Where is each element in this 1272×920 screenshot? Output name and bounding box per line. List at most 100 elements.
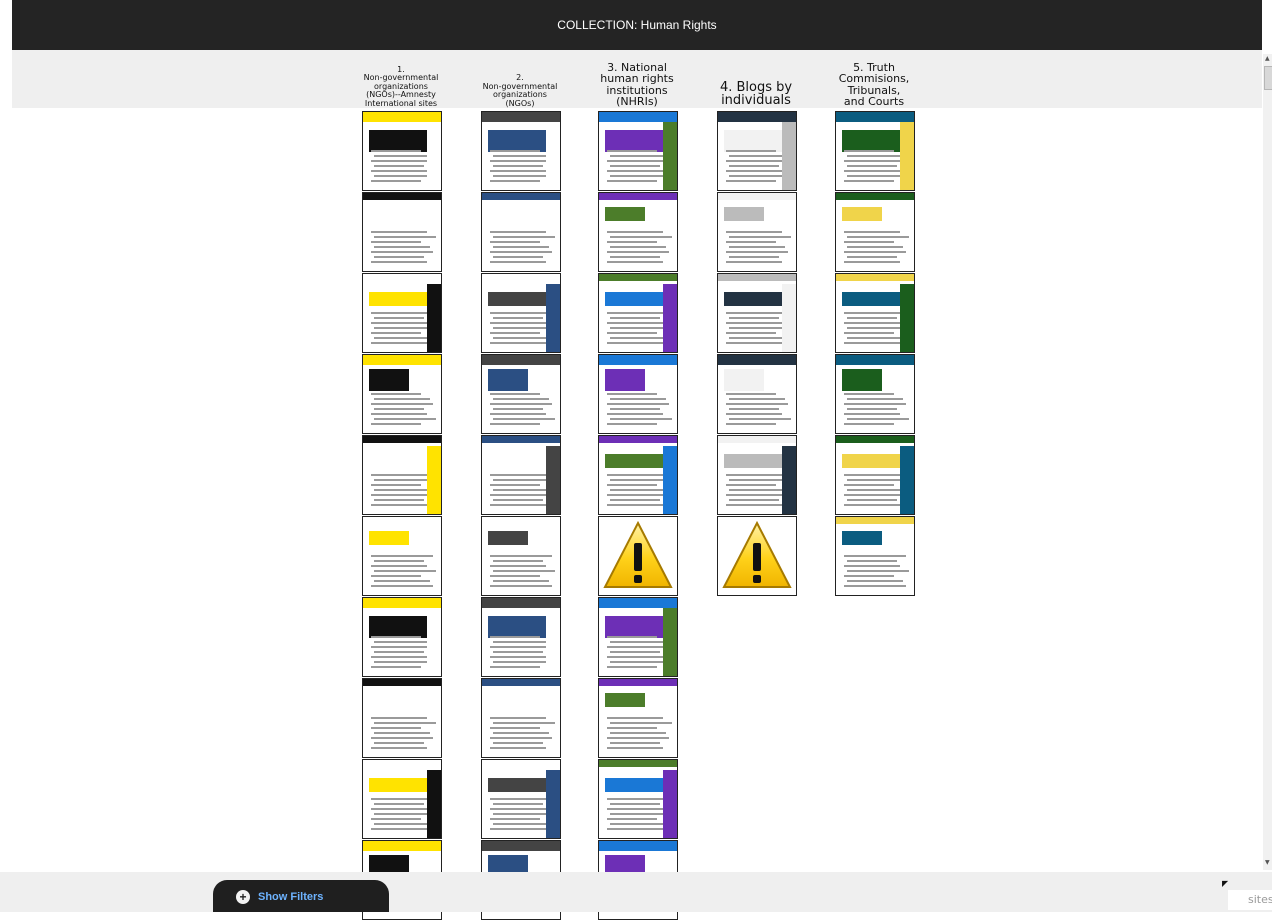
thumbnail[interactable] bbox=[598, 678, 678, 758]
thumbnail[interactable] bbox=[717, 111, 797, 191]
thumbnail-line bbox=[371, 312, 433, 314]
sites-field[interactable]: sites bbox=[1228, 890, 1272, 910]
thumbnail-line bbox=[844, 575, 894, 577]
thumbnail-line bbox=[847, 155, 903, 157]
thumbnail-line bbox=[847, 560, 897, 562]
thumbnail-line bbox=[490, 150, 540, 152]
thumbnail-line bbox=[371, 828, 433, 830]
thumbnail-line bbox=[726, 160, 788, 162]
thumbnail[interactable] bbox=[481, 435, 561, 515]
thumbnail-header bbox=[836, 436, 914, 443]
thumbnail-body bbox=[605, 778, 667, 792]
thumbnail-line bbox=[844, 261, 900, 263]
scrollbar-thumb[interactable] bbox=[1264, 66, 1272, 90]
thumbnail-line bbox=[610, 236, 672, 238]
thumbnail[interactable] bbox=[598, 192, 678, 272]
thumbnail-line bbox=[490, 251, 552, 253]
scroll-up-icon[interactable]: ▲ bbox=[1265, 56, 1271, 62]
thumbnail[interactable] bbox=[598, 435, 678, 515]
thumbnail[interactable] bbox=[835, 354, 915, 434]
thumbnail[interactable] bbox=[717, 354, 797, 434]
thumbnail-header bbox=[363, 841, 441, 851]
thumbnail-line bbox=[493, 418, 555, 420]
thumbnail-line bbox=[726, 423, 776, 425]
thumbnail[interactable] bbox=[835, 192, 915, 272]
thumbnail-line bbox=[847, 489, 903, 491]
thumbnail-line bbox=[729, 236, 791, 238]
thumbnail[interactable] bbox=[717, 192, 797, 272]
thumbnail-line bbox=[371, 413, 427, 415]
thumbnail-line bbox=[844, 332, 894, 334]
thumbnail-body bbox=[369, 531, 409, 545]
thumbnail[interactable] bbox=[481, 678, 561, 758]
thumbnail[interactable] bbox=[481, 192, 561, 272]
thumbnail-line bbox=[371, 636, 421, 638]
thumbnail[interactable] bbox=[835, 111, 915, 191]
warning-thumbnail[interactable] bbox=[717, 516, 797, 596]
thumbnail-line bbox=[726, 484, 776, 486]
thumbnail[interactable] bbox=[362, 192, 442, 272]
thumbnail-line bbox=[490, 798, 552, 800]
thumbnail[interactable] bbox=[362, 354, 442, 434]
thumbnail[interactable] bbox=[481, 516, 561, 596]
thumbnail-header bbox=[599, 841, 677, 851]
thumbnail-line bbox=[371, 494, 433, 496]
thumbnail[interactable] bbox=[362, 516, 442, 596]
thumbnail-line bbox=[844, 494, 906, 496]
thumbnail[interactable] bbox=[835, 273, 915, 353]
thumbnail-line bbox=[847, 418, 909, 420]
thumbnail[interactable] bbox=[362, 597, 442, 677]
thumbnail[interactable] bbox=[835, 516, 915, 596]
thumbnail[interactable] bbox=[717, 273, 797, 353]
scroll-down-icon[interactable]: ▼ bbox=[1265, 860, 1271, 866]
thumbnail-line bbox=[371, 818, 421, 820]
thumbnail-line bbox=[493, 803, 543, 805]
thumbnail[interactable] bbox=[598, 273, 678, 353]
thumbnail-line bbox=[490, 636, 540, 638]
thumbnail-line bbox=[374, 489, 430, 491]
thumbnail-line bbox=[844, 393, 894, 395]
thumbnail[interactable] bbox=[598, 111, 678, 191]
thumbnail-line bbox=[493, 246, 549, 248]
thumbnail[interactable] bbox=[362, 759, 442, 839]
thumbnail-line bbox=[490, 585, 552, 587]
thumbnail-body bbox=[488, 778, 550, 792]
thumbnail[interactable] bbox=[598, 759, 678, 839]
thumbnail-line bbox=[490, 474, 546, 476]
show-filters-button[interactable]: + Show Filters bbox=[236, 888, 323, 906]
vertical-scrollbar[interactable] bbox=[1263, 54, 1272, 870]
thumbnail-sidebar bbox=[546, 770, 560, 838]
thumbnail-line bbox=[607, 484, 657, 486]
thumbnail-line bbox=[374, 236, 436, 238]
thumbnail[interactable] bbox=[362, 273, 442, 353]
thumbnail-line bbox=[610, 722, 672, 724]
thumbnail[interactable] bbox=[362, 111, 442, 191]
thumbnail-line bbox=[610, 823, 666, 825]
thumbnail[interactable] bbox=[481, 273, 561, 353]
thumbnail[interactable] bbox=[362, 678, 442, 758]
footer-bar bbox=[0, 872, 1272, 912]
thumbnail-body bbox=[369, 778, 431, 792]
thumbnail[interactable] bbox=[835, 435, 915, 515]
thumbnail-body bbox=[842, 130, 904, 152]
thumbnail-line bbox=[607, 231, 663, 233]
thumbnail-sidebar bbox=[782, 122, 796, 190]
warning-thumbnail[interactable] bbox=[598, 516, 678, 596]
thumbnail-line bbox=[726, 150, 776, 152]
thumbnail-line bbox=[493, 398, 549, 400]
thumbnail-line bbox=[610, 489, 666, 491]
thumbnail-line bbox=[607, 332, 657, 334]
column-title-text: 5. Truth Commisions, Tribunals, and Courts bbox=[839, 62, 910, 108]
thumbnail-line bbox=[374, 256, 424, 258]
thumbnail-header bbox=[482, 517, 560, 524]
thumbnail[interactable] bbox=[598, 597, 678, 677]
thumbnail[interactable] bbox=[481, 111, 561, 191]
thumbnail[interactable] bbox=[481, 354, 561, 434]
thumbnail-line bbox=[729, 418, 791, 420]
thumbnail[interactable] bbox=[362, 435, 442, 515]
thumbnail[interactable] bbox=[598, 354, 678, 434]
thumbnail[interactable] bbox=[717, 435, 797, 515]
thumbnail-line bbox=[490, 555, 552, 557]
thumbnail[interactable] bbox=[481, 759, 561, 839]
thumbnail[interactable] bbox=[481, 597, 561, 677]
